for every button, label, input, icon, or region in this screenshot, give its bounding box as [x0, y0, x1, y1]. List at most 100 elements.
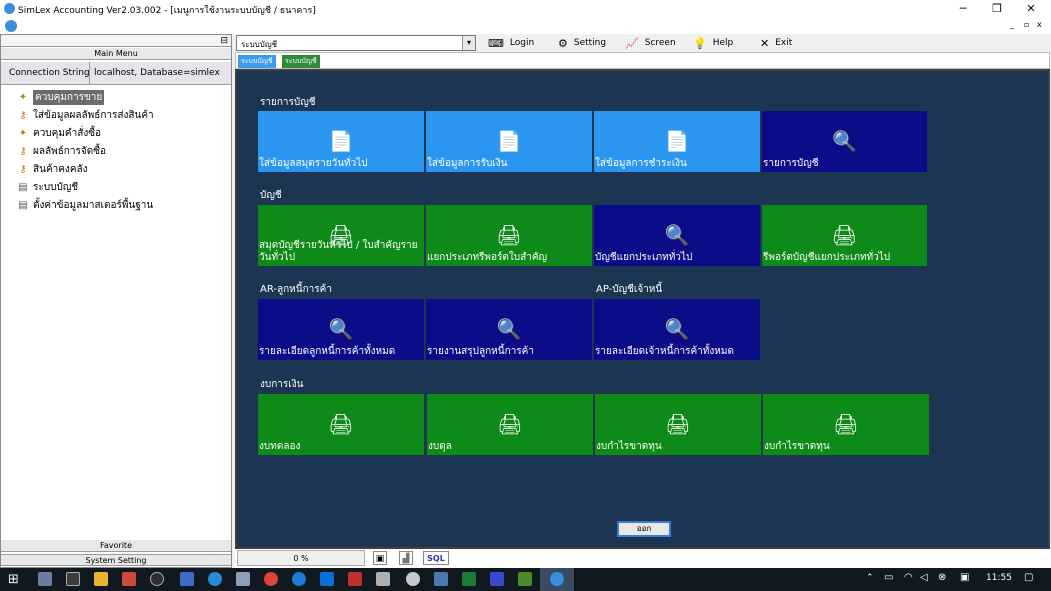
tile-ar-detail[interactable]: 🔍 รายละเอียดลูกหนี้การค้าทั้งหมด [258, 299, 424, 360]
key-icon: ⚷ [19, 145, 27, 157]
edge-icon[interactable] [320, 572, 334, 586]
tile-trial-balance[interactable]: 🖨 งบทดลอง [258, 394, 424, 455]
printer-icon: 🖨 [497, 412, 523, 436]
lightbulb-icon: 💡 [693, 36, 707, 50]
form-icon: ▤ [18, 181, 28, 193]
volume-icon[interactable]: ◁ [920, 572, 928, 583]
progress-indicator: 0 % [237, 550, 365, 566]
printer-icon: 🖨 [665, 412, 691, 436]
wifi-icon[interactable]: ◠ [904, 572, 913, 583]
chevron-down-icon[interactable]: ▾ [462, 36, 475, 50]
tile-voucher-report[interactable]: 🖨 แยกประเภทรีพอร์ตใบสำคัญ [426, 205, 592, 266]
status-bar: 0 % ▣ ▟ SQL [235, 549, 1051, 568]
app-icon[interactable] [150, 572, 164, 586]
system-setting-header[interactable]: System Setting [1, 554, 231, 566]
left-panel-top-bar: ⊟ [1, 35, 231, 47]
tile-general-journal[interactable]: 🖨 สมุดบัญชีรายวันทั่วไป / ใบสำคัญรายวันทั… [258, 205, 424, 266]
mdi-child-icon[interactable] [5, 20, 17, 32]
tile-ap-detail[interactable]: 🔍 รายละเอียดเจ้าหนี้การค้าทั้งหมด [594, 299, 760, 360]
tile-journal-entry[interactable]: 📄 ใส่ข้อมูลสมุดรายวันทั่วไป [258, 111, 424, 172]
search-icon: 🔍 [664, 317, 690, 341]
app-icon[interactable] [406, 572, 420, 586]
ie-icon[interactable] [292, 572, 306, 586]
taskbar: ⊞ ⌃ ▭ ◠ ◁ ⊗ ▣ 11:55 ▢ [0, 568, 1051, 591]
section-title: รายการบัญชี [260, 97, 316, 108]
action-center-icon[interactable]: ▢ [1024, 572, 1033, 583]
battery-icon[interactable]: ▭ [884, 572, 893, 583]
app-icon[interactable] [518, 572, 532, 586]
tree-item-master-settings[interactable]: ▤ ตั้งค่าข้อมูลมาสเตอร์พื้นฐาน [17, 197, 153, 214]
app-icon[interactable] [236, 572, 250, 586]
tile-ledger-report[interactable]: 🖨 รีพอร์ตบัญชีแยกประเภททั่วไป [762, 205, 927, 266]
tree-item-accounting[interactable]: ▤ ระบบบัญชี [17, 179, 78, 196]
key-icon: ⚷ [19, 163, 27, 175]
connection-label: Connection String [9, 68, 90, 78]
tab-accounting-2[interactable]: ระบบบัญชี [282, 55, 320, 68]
chart-icon[interactable]: ▟ [399, 551, 413, 565]
favorite-header[interactable]: Favorite [1, 540, 231, 552]
key-icon: ⚷ [19, 109, 27, 121]
close-icon[interactable]: ✕ [1014, 0, 1048, 18]
tray-chevron-icon[interactable]: ⌃ [866, 573, 874, 583]
excel-icon[interactable] [462, 572, 476, 586]
tile-payment-entry[interactable]: 📄 ใส่ข้อมูลการชำระเงิน [594, 111, 760, 172]
login-button[interactable]: ⌨ Login [488, 35, 534, 51]
printer-icon: 🖨 [328, 412, 354, 436]
connection-value: localhost, Database=simlex [94, 68, 220, 78]
restore-icon[interactable]: ❐ [980, 0, 1014, 18]
document-icon: 📄 [496, 129, 522, 153]
app-icon[interactable] [434, 572, 448, 586]
mdi-minimize-icon[interactable]: _ [1010, 20, 1014, 29]
tile-receipt-entry[interactable]: 📄 ใส่ข้อมูลการรับเงิน [426, 111, 592, 172]
tab-strip: ระบบบัญชี ระบบบัญชี [235, 52, 1050, 69]
save-icon[interactable]: ▣ [373, 551, 387, 565]
app-icon[interactable] [38, 572, 52, 586]
search-icon: 🔍 [496, 317, 522, 341]
app-icon[interactable] [66, 572, 80, 586]
tile-profit-loss-1[interactable]: 🖨 งบกำไรขาดทุน [595, 394, 761, 455]
close-menu-button[interactable]: ออก [617, 521, 671, 537]
mdi-restore-icon[interactable]: ▫ [1024, 20, 1029, 29]
tile-balance-sheet[interactable]: 🖨 งบดุล [427, 394, 593, 455]
app-icon[interactable] [348, 572, 362, 586]
app-icon[interactable] [180, 572, 194, 586]
clock[interactable]: 11:55 [986, 573, 1012, 583]
screen-button[interactable]: 📈 Screen [625, 35, 676, 51]
minimize-icon[interactable]: ─ [946, 0, 980, 18]
tile-general-ledger[interactable]: 🔍 บัญชีแยกประเภททั่วไป [594, 205, 760, 266]
system-combo[interactable]: ระบบบัญชี ▾ [236, 35, 476, 51]
main-menu-header[interactable]: Main Menu [1, 48, 231, 60]
close-icon: ✕ [760, 36, 770, 50]
mdi-close-icon[interactable]: x [1037, 20, 1042, 29]
section-title: AR-ลูกหนี้การค้า [260, 284, 332, 295]
chrome-icon[interactable] [264, 572, 278, 586]
app-tray-icon[interactable]: ▣ [960, 572, 969, 583]
tree-item-purchasing[interactable]: ⚷ ผลลัพธ์การจัดซื้อ [17, 143, 106, 160]
setting-button[interactable]: ⚙ Setting [558, 35, 606, 51]
sql-button[interactable]: SQL [423, 551, 449, 565]
tile-account-list[interactable]: 🔍 รายการบัญชี [762, 111, 927, 172]
app-icon[interactable] [122, 572, 136, 586]
tree-item-purchase-order[interactable]: ✦ ควบคุมคำสั่งซื้อ [17, 125, 101, 142]
tab-accounting-1[interactable]: ระบบบัญชี [238, 55, 276, 68]
app-icon[interactable] [376, 572, 390, 586]
tree-item-delivery[interactable]: ⚷ ใส่ข้อมูลผลลัพธ์การส่งสินค้า [17, 107, 153, 124]
notification-close-icon[interactable]: ⊗ [938, 572, 946, 583]
window-title: SimLex Accounting Ver2.03.002 - [เมนูการ… [18, 6, 316, 16]
tree-item-sales[interactable]: ✦ ควบคุมการขาย [17, 89, 105, 106]
pin-icon[interactable]: ⊟ [220, 35, 228, 47]
exit-button[interactable]: ✕ Exit [760, 35, 792, 51]
simlex-icon[interactable] [550, 572, 564, 586]
section-title: AP-บัญชีเจ้าหนี้ [596, 284, 663, 295]
folder-icon[interactable] [94, 572, 108, 586]
tree-item-inventory[interactable]: ⚷ สินค้าคงคลัง [17, 161, 87, 178]
app-icon[interactable] [208, 572, 222, 586]
keyboard-icon: ⌨ [488, 36, 504, 50]
tile-ar-summary[interactable]: 🔍 รายงานสรุปลูกหนี้การค้า [426, 299, 592, 360]
start-icon[interactable]: ⊞ [8, 573, 19, 586]
section-title: บัญชี [260, 190, 282, 201]
help-button[interactable]: 💡 Help [693, 35, 733, 51]
tile-profit-loss-2[interactable]: 🖨 งบกำไรขาดทุน [763, 394, 929, 455]
app-icon[interactable] [490, 572, 504, 586]
toolbar: ระบบบัญชี ▾ ⌨ Login ⚙ Setting 📈 Screen 💡 Hel… [235, 34, 1051, 52]
